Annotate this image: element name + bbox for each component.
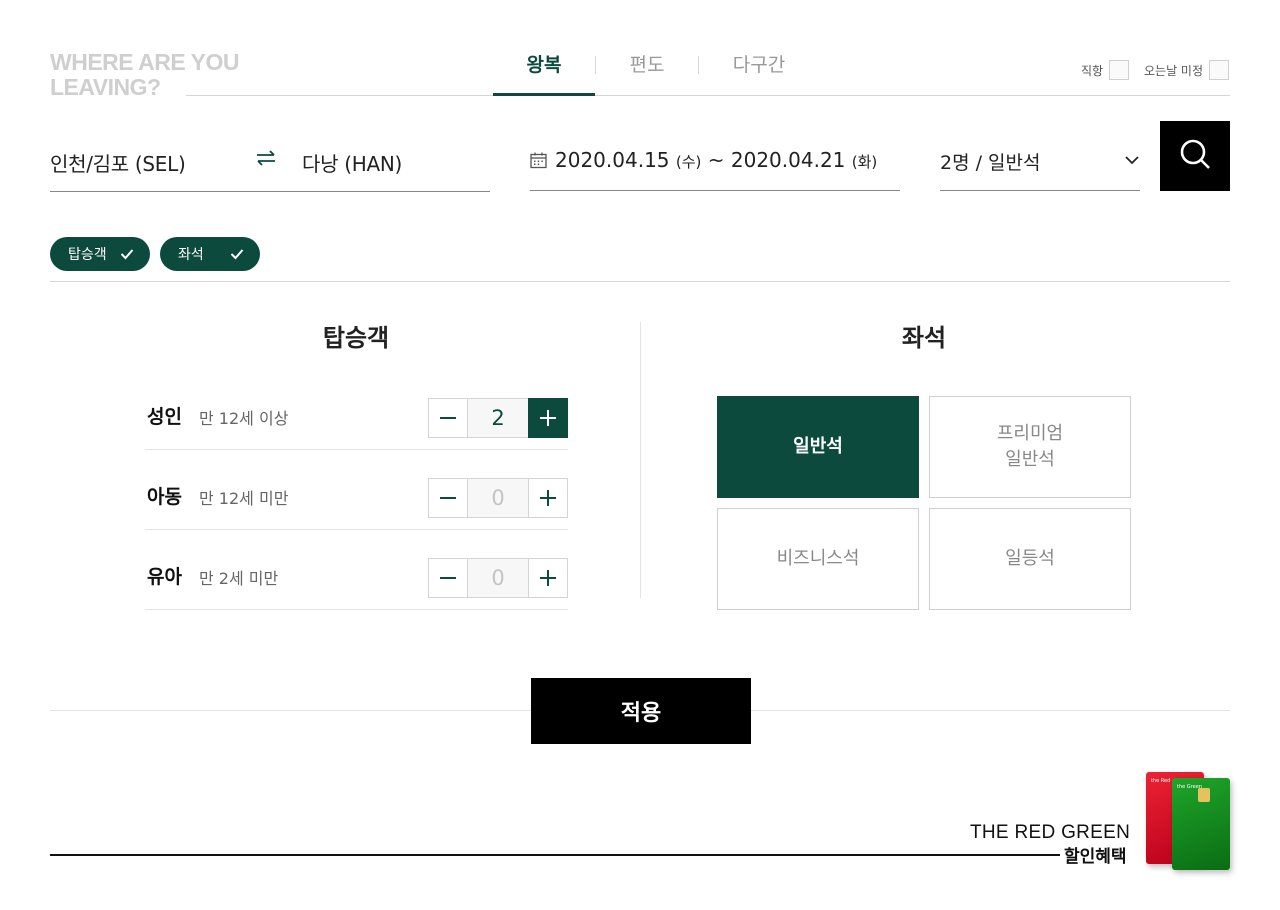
chevron-down-icon [1124, 152, 1140, 168]
passenger-type: 유아 [147, 566, 182, 588]
green-card-image[interactable]: the Green [1172, 778, 1230, 870]
check-icon [230, 249, 244, 260]
direct-flight-checkbox[interactable] [1109, 60, 1130, 80]
quantity-stepper: 0 [428, 478, 568, 518]
passenger-summary: 2명 / 일반석 [940, 152, 1041, 174]
chip-seat[interactable]: 좌석 [160, 237, 260, 271]
plus-icon [540, 570, 556, 586]
minus-icon [440, 497, 456, 499]
search-icon [1178, 137, 1212, 175]
apply-button[interactable]: 적용 [531, 678, 751, 744]
check-icon [120, 249, 134, 260]
heading-line-2: LEAVING? [50, 74, 161, 100]
chip-label: 좌석 [178, 247, 204, 263]
quantity-value: 0 [468, 558, 528, 598]
card-chip-icon [1198, 788, 1210, 802]
quantity-value: 2 [468, 398, 528, 438]
option-label: 직항 [1081, 63, 1104, 78]
direct-flight-option[interactable]: 직항 [1081, 60, 1130, 80]
minus-icon [440, 417, 456, 419]
quantity-stepper: 0 [428, 558, 568, 598]
quantity-value: 0 [468, 478, 528, 518]
date-range: 2020.04.15 (수) ~ 2020.04.21 (화) [555, 148, 877, 172]
passenger-row-infant: 유아 만 2세 미만 0 [145, 558, 568, 610]
panel-divider [640, 322, 641, 598]
date-field[interactable]: 2020.04.15 (수) ~ 2020.04.21 (화) [530, 140, 900, 191]
seat-title: 좌석 [901, 324, 947, 352]
banner-title[interactable]: THE RED GREEN [970, 822, 1130, 844]
banner-line [50, 854, 1060, 856]
return-date: 2020.04.21 [730, 148, 846, 172]
return-undecided-option[interactable]: 오는날 미정 [1144, 60, 1230, 80]
banner-subtitle[interactable]: 할인혜택 [1064, 842, 1127, 867]
passenger-row-adult: 성인 만 12세 이상 2 [145, 398, 568, 450]
increment-button[interactable] [528, 398, 568, 438]
passenger-type: 성인 [147, 406, 182, 428]
passengers-title: 탑승객 [322, 324, 390, 352]
destination-field[interactable]: 다낭 (HAN) [302, 148, 402, 177]
passenger-dropdown[interactable]: 2명 / 일반석 [940, 140, 1140, 191]
tab-round-trip[interactable]: 왕복 [493, 50, 595, 96]
tab-multi-city[interactable]: 다구간 [699, 50, 819, 96]
return-day: (화) [851, 153, 878, 171]
seat-option-premium-economy[interactable]: 프리미엄 일반석 [929, 396, 1131, 498]
calendar-icon [530, 152, 547, 169]
quantity-stepper: 2 [428, 398, 568, 438]
route-field: 인천/김포 (SEL) 다낭 (HAN) [50, 140, 490, 192]
tab-one-way[interactable]: 편도 [596, 50, 698, 96]
passenger-age-note: 만 12세 미만 [199, 489, 289, 508]
decrement-button[interactable] [428, 398, 468, 438]
section-divider [50, 281, 1230, 282]
origin-field[interactable]: 인천/김포 (SEL) [50, 148, 186, 177]
card-text: the Red [1151, 778, 1171, 784]
option-label: 오는날 미정 [1144, 63, 1204, 78]
return-undecided-checkbox[interactable] [1209, 60, 1230, 80]
heading-line-1: WHERE ARE YOU [50, 49, 240, 75]
minus-icon [440, 577, 456, 579]
page-heading: WHERE ARE YOU LEAVING? [50, 50, 270, 100]
tab-label: 편도 [629, 54, 665, 76]
passenger-age-note: 만 12세 이상 [199, 409, 289, 428]
increment-button[interactable] [528, 558, 568, 598]
tab-label: 다구간 [732, 54, 786, 76]
search-button[interactable] [1160, 121, 1230, 191]
seat-option-economy[interactable]: 일반석 [717, 396, 919, 498]
decrement-button[interactable] [428, 558, 468, 598]
passenger-age-note: 만 2세 미만 [199, 569, 279, 588]
plus-icon [540, 410, 556, 426]
swap-icon[interactable] [254, 146, 278, 170]
depart-date: 2020.04.15 [555, 148, 670, 172]
tab-label: 왕복 [526, 54, 562, 76]
passenger-row-child: 아동 만 12세 미만 0 [145, 478, 568, 530]
decrement-button[interactable] [428, 478, 468, 518]
seat-option-first[interactable]: 일등석 [929, 508, 1131, 610]
increment-button[interactable] [528, 478, 568, 518]
seat-option-business[interactable]: 비즈니스석 [717, 508, 919, 610]
depart-day: (수) [675, 153, 702, 171]
chip-passengers[interactable]: 탑승객 [50, 237, 150, 271]
plus-icon [540, 490, 556, 506]
date-separator: ~ [707, 148, 725, 172]
chip-label: 탑승객 [68, 247, 107, 263]
passenger-type: 아동 [147, 486, 182, 508]
